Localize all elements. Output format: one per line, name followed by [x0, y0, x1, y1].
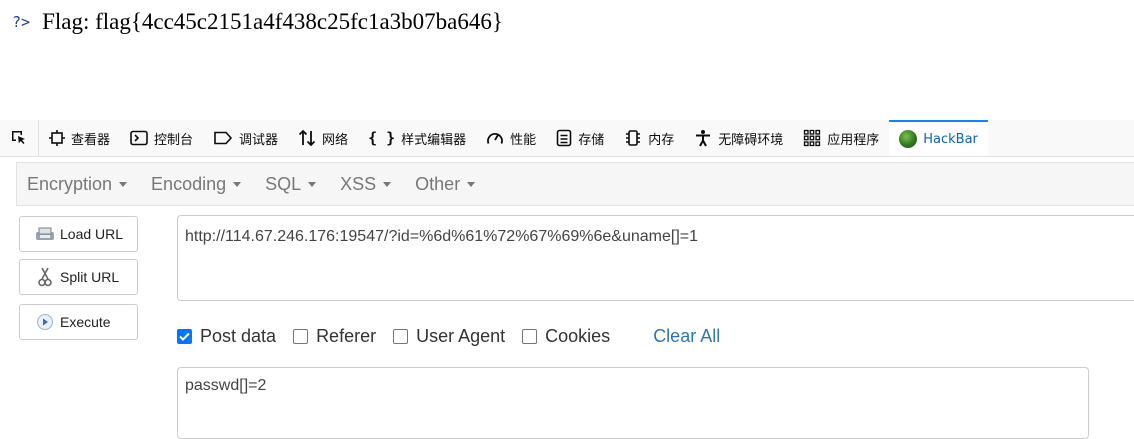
split-url-button[interactable]: Split URL: [19, 259, 138, 295]
tab-memory[interactable]: 内存: [614, 120, 684, 156]
console-icon: [130, 130, 148, 146]
load-url-icon: [34, 225, 56, 243]
menu-encryption[interactable]: Encryption: [27, 174, 128, 195]
tab-console[interactable]: 控制台: [120, 120, 203, 156]
accessibility-icon: [694, 129, 712, 147]
debugger-icon: [213, 130, 233, 146]
caret-down-icon: [233, 181, 242, 187]
checkmark-icon: [177, 328, 192, 344]
tab-style-editor[interactable]: { } 样式编辑器: [358, 120, 476, 156]
post-data-textarea[interactable]: passwd[]=2: [177, 367, 1089, 439]
caret-down-icon: [119, 181, 128, 187]
user-agent-checkbox[interactable]: User Agent: [393, 326, 505, 347]
request-options: Post data Referer User Agent Cookies Cle…: [177, 322, 720, 350]
cookies-checkbox[interactable]: Cookies: [522, 326, 610, 347]
caret-down-icon: [383, 181, 392, 187]
memory-icon: [624, 129, 642, 147]
tab-network[interactable]: 网络: [288, 120, 358, 156]
hackbar-icon: [899, 130, 918, 148]
element-picker-icon[interactable]: [0, 120, 39, 156]
tab-debugger[interactable]: 调试器: [203, 120, 288, 156]
network-icon: [298, 129, 316, 147]
performance-icon: [486, 130, 504, 146]
tab-application[interactable]: 应用程序: [793, 120, 889, 156]
menu-other[interactable]: Other: [415, 174, 476, 195]
tab-accessibility[interactable]: 无障碍环境: [684, 120, 793, 156]
flag-text: Flag: flag{4cc45c2151a4f438c25fc1a3b07ba…: [42, 9, 503, 34]
inspector-icon: [49, 130, 65, 146]
hackbar-menubar: Encryption Encoding SQL XSS Other: [16, 162, 1134, 206]
post-data-checkbox[interactable]: Post data: [177, 326, 276, 347]
tab-inspector[interactable]: 查看器: [39, 120, 120, 156]
caret-down-icon: [308, 181, 317, 187]
tab-storage[interactable]: 存储: [546, 120, 614, 156]
menu-encoding[interactable]: Encoding: [151, 174, 242, 195]
load-url-button[interactable]: Load URL: [19, 216, 138, 252]
tab-hackbar[interactable]: HackBar: [889, 120, 988, 156]
referer-checkbox[interactable]: Referer: [293, 326, 376, 347]
prompt-marker: ?>: [12, 13, 31, 31]
style-editor-icon: { }: [368, 129, 396, 147]
play-icon: [34, 313, 56, 331]
clear-all-link[interactable]: Clear All: [653, 326, 720, 347]
url-textarea[interactable]: http://114.67.246.176:19547/?id=%6d%61%7…: [177, 215, 1134, 301]
flag-output: ?> Flag: flag{4cc45c2151a4f438c25fc1a3b0…: [12, 6, 503, 38]
menu-sql[interactable]: SQL: [265, 174, 317, 195]
menu-xss[interactable]: XSS: [340, 174, 392, 195]
tab-performance[interactable]: 性能: [476, 120, 546, 156]
scissors-icon: [34, 267, 56, 287]
execute-button[interactable]: Execute: [19, 304, 138, 340]
application-icon: [803, 129, 821, 147]
storage-icon: [556, 129, 572, 147]
devtools-toolbar: 查看器 控制台 调试器 网络 { } 样式编辑器 性能 存储 内存 无障碍环境 …: [0, 120, 1134, 157]
caret-down-icon: [467, 181, 476, 187]
